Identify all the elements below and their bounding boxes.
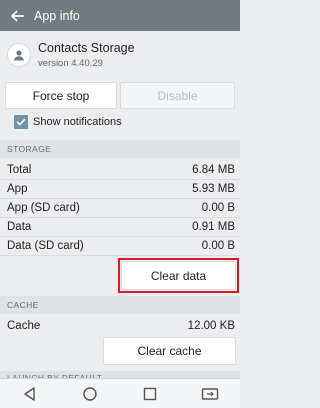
notifications-checkbox[interactable] <box>14 115 28 129</box>
storage-label: App <box>7 183 28 195</box>
checkmark-icon <box>16 118 26 126</box>
storage-label: Data <box>7 221 32 233</box>
notifications-label: Show notifications <box>33 116 122 128</box>
back-icon[interactable] <box>12 380 48 408</box>
storage-value: 5.93 MB <box>192 183 235 195</box>
storage-label: Data (SD card) <box>7 240 84 252</box>
highlight-box <box>118 258 239 293</box>
cache-value: 12.00 KB <box>187 319 235 332</box>
home-icon[interactable] <box>72 380 108 408</box>
storage-section-header: STORAGE <box>0 140 240 158</box>
back-arrow-icon[interactable] <box>0 0 34 31</box>
cache-row: Cache 12.00 KB <box>0 316 240 335</box>
contacts-person-icon <box>7 43 31 67</box>
switch-window-icon[interactable] <box>192 380 228 408</box>
app-header <box>0 31 240 81</box>
app-bar: App info <box>0 0 240 31</box>
storage-value: 0.91 MB <box>192 221 235 233</box>
storage-row-total: Total 6.84 MB <box>0 161 240 180</box>
navigation-bar <box>0 378 240 408</box>
storage-value: 0.00 B <box>201 202 235 214</box>
cache-section-header: CACHE <box>0 296 240 314</box>
storage-value: 6.84 MB <box>192 164 235 176</box>
storage-label: App (SD card) <box>7 202 80 214</box>
page-title: App info <box>34 8 80 23</box>
cache-label: Cache <box>7 319 41 332</box>
storage-label: Total <box>7 164 32 176</box>
show-notifications-row[interactable]: Show notifications <box>14 113 122 131</box>
recents-icon[interactable] <box>132 380 168 408</box>
storage-row-app-sd: App (SD card) 0.00 B <box>0 199 240 218</box>
app-name: Contacts Storage <box>38 41 135 55</box>
disable-button: Disable <box>120 82 235 109</box>
force-stop-button[interactable]: Force stop <box>5 82 117 109</box>
app-version: version 4.40.29 <box>38 58 103 69</box>
storage-row-data: Data 0.91 MB <box>0 218 240 237</box>
storage-value: 0.00 B <box>201 240 235 252</box>
clear-cache-button[interactable]: Clear cache <box>103 337 236 365</box>
storage-row-app: App 5.93 MB <box>0 180 240 199</box>
storage-row-data-sd: Data (SD card) 0.00 B <box>0 237 240 256</box>
